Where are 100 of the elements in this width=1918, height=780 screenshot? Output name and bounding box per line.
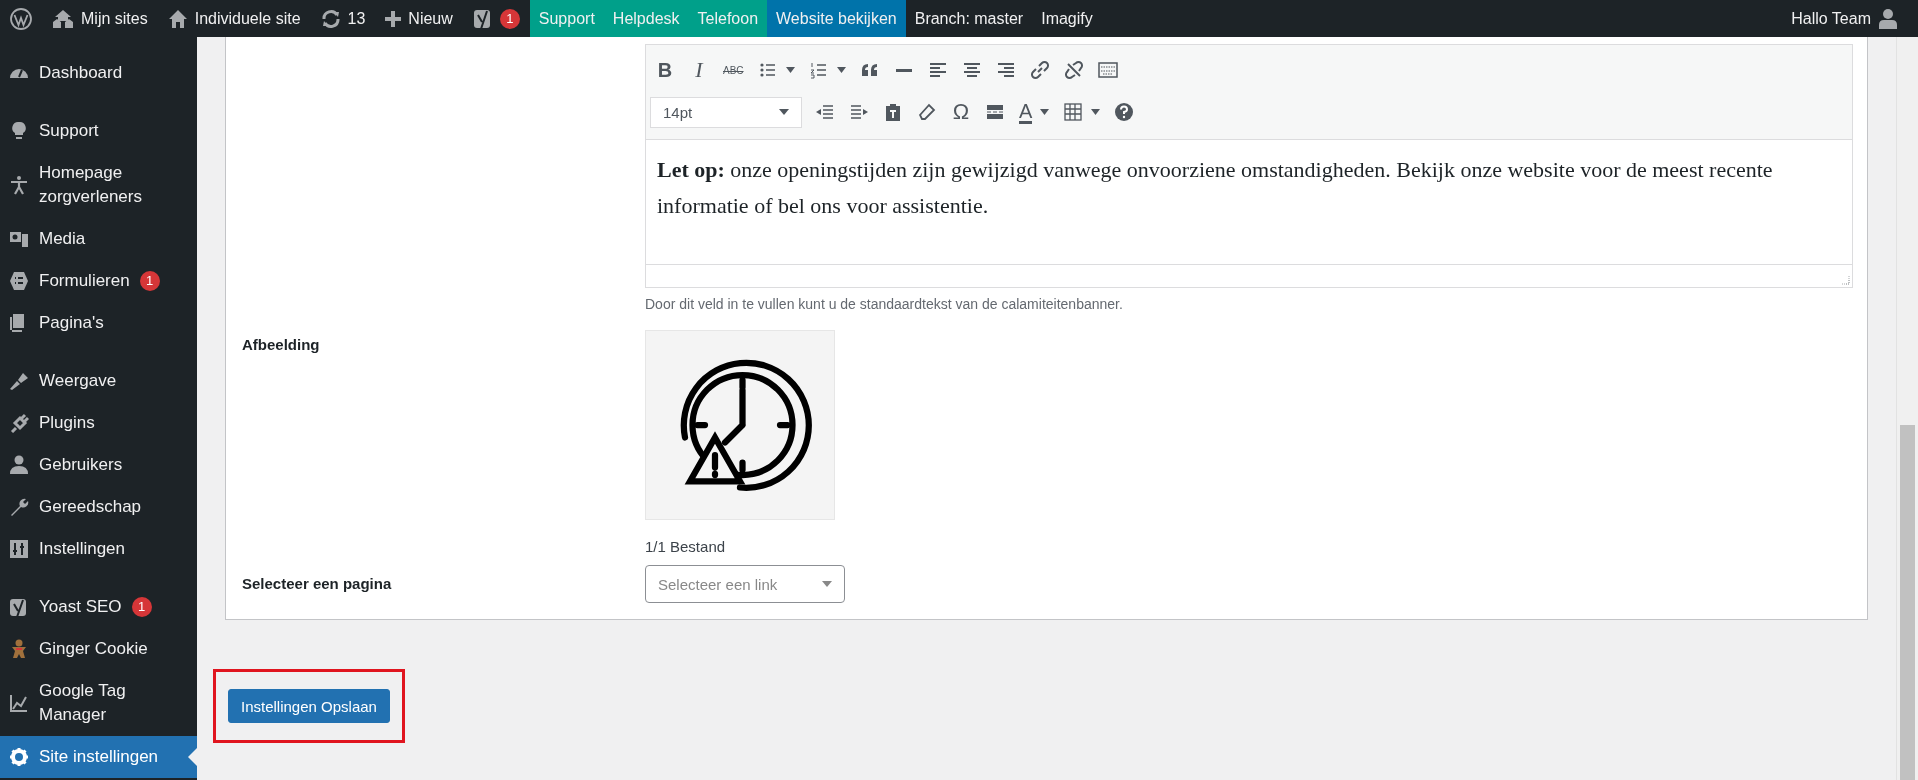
menu-label: Mijn sites <box>81 9 148 28</box>
account-menu[interactable]: Hallo Team <box>1781 0 1918 37</box>
notification-badge: 1 <box>131 597 152 617</box>
field-label: Afbeelding <box>242 335 321 355</box>
user-icon <box>9 455 29 475</box>
file-count: 1/1 Bestand <box>645 538 727 555</box>
refresh-icon <box>320 8 341 29</box>
houses-icon <box>52 8 74 29</box>
sidebar-item[interactable]: Media <box>0 218 197 260</box>
italic-button[interactable]: I <box>684 55 714 85</box>
sidebar-item[interactable]: Gebruikers <box>0 444 197 486</box>
sidebar-item[interactable]: Plugins <box>0 402 197 444</box>
unlink-icon <box>1063 60 1084 80</box>
sidebar-item[interactable]: Formulieren 1 <box>0 260 197 302</box>
menu-label: Yoast SEO <box>39 596 122 618</box>
greeting-label: Hallo Team <box>1791 9 1871 28</box>
editor-text[interactable]: Let op: onze openingstijden zijn gewijzigd vanwege onvoorziene omstandigheden. Bekijk onze website voor de meest recente informatie of bel ons voor assistentie. <box>646 140 1852 264</box>
toolbar-link[interactable]: Imagify <box>1032 0 1102 37</box>
outdent-icon <box>815 102 835 122</box>
bold-button[interactable]: B <box>650 55 680 85</box>
sidebar-item[interactable]: Google Tag Manager <box>0 670 197 736</box>
menu-label: 13 <box>347 9 366 28</box>
form-icon <box>9 271 29 291</box>
person-icon <box>9 175 29 195</box>
menu-label: Homepage zorgverleners <box>39 162 143 208</box>
eraser-icon <box>917 102 937 122</box>
menu-label: Dashboard <box>39 62 123 84</box>
paste-icon <box>883 102 903 122</box>
menu-label: Weergave <box>39 370 117 392</box>
caret-icon <box>822 581 832 587</box>
kitchen-icon <box>1097 60 1118 80</box>
link-icon <box>1029 60 1050 80</box>
menu-label: Gereedschap <box>39 496 142 518</box>
sidebar-item[interactable]: Support <box>0 110 197 152</box>
field-label: Selecteer een pagina <box>242 574 393 594</box>
home-icon <box>167 8 188 29</box>
menu-label: Gebruikers <box>39 454 123 476</box>
help-icon <box>1114 102 1135 122</box>
save-button[interactable]: Instellingen Opslaan <box>228 689 390 723</box>
menu-label: Instellingen <box>39 538 125 560</box>
active-pointer-icon <box>188 748 197 766</box>
caret-icon <box>779 109 789 115</box>
menu-label: Individuele site <box>194 9 301 28</box>
menu-label: Media <box>39 228 86 250</box>
hr-icon <box>895 68 912 72</box>
menu-label: Google Tag Manager <box>39 680 127 726</box>
gear-icon <box>9 747 29 767</box>
sliders-icon <box>9 539 29 559</box>
plug-icon <box>9 413 29 433</box>
chart-icon <box>9 693 29 713</box>
user-avatar-icon <box>1878 7 1898 30</box>
brush-icon <box>9 371 29 391</box>
yoast-menu[interactable]: 1 <box>462 0 530 37</box>
sidebar-item[interactable]: Yoast SEO 1 <box>0 586 197 628</box>
menu-label: Site instellingen <box>39 746 159 768</box>
updates-link[interactable]: 13 <box>310 0 376 37</box>
site-menu[interactable]: Individuele site <box>157 0 311 37</box>
menu-label: Pagina's <box>39 312 104 334</box>
field-description: Door dit veld in te vullen kunt u de standaardtekst van de calamiteitenbanner. <box>645 296 1124 312</box>
menu-label: Support <box>39 120 99 142</box>
toolbar-link[interactable]: Branch: master <box>905 0 1033 37</box>
menu-label: Nieuw <box>408 9 453 28</box>
notification-badge: 1 <box>139 271 160 291</box>
media-icon <box>9 229 29 249</box>
plus-icon <box>385 10 402 27</box>
aligncenter-icon <box>961 60 982 80</box>
scrollbar-thumb[interactable] <box>1900 425 1915 780</box>
wrench-icon <box>9 497 29 517</box>
menu-label: Plugins <box>39 412 95 434</box>
sidebar-item[interactable]: Gereedschap <box>0 486 197 528</box>
link-select[interactable]: Selecteer een link <box>645 565 845 603</box>
menu-label: Ginger Cookie <box>39 638 148 660</box>
yoast-icon <box>9 597 29 617</box>
alignright-icon <box>995 60 1016 80</box>
strike-button[interactable]: ABC <box>718 55 749 85</box>
sidebar-item[interactable]: Weergave <box>0 360 197 402</box>
text-color-button[interactable]: A <box>1014 97 1055 127</box>
new-menu[interactable]: Nieuw <box>375 0 463 37</box>
toolbar-link[interactable]: Website bekijken <box>767 0 906 37</box>
special-character-button[interactable]: Ω <box>946 97 976 127</box>
numlist-icon <box>808 60 829 80</box>
yoast-logo-icon <box>472 7 493 30</box>
more-icon <box>985 102 1005 122</box>
sidebar-item[interactable]: Pagina's <box>0 302 197 344</box>
image-thumbnail[interactable] <box>645 330 835 520</box>
alignleft-icon <box>927 60 948 80</box>
bulb-icon <box>9 121 29 141</box>
sidebar-item[interactable]: Ginger Cookie <box>0 628 197 670</box>
table-icon <box>1063 102 1084 122</box>
notification-badge: 1 <box>499 8 520 29</box>
menu-label: Formulieren <box>39 270 130 292</box>
cookie-icon <box>9 639 29 659</box>
sidebar-item[interactable]: Site instellingen <box>0 736 197 778</box>
font-size-select[interactable]: 14pt <box>650 96 802 128</box>
sidebar-item[interactable]: Homepage zorgverleners <box>0 152 197 218</box>
sidebar-item[interactable]: Instellingen <box>0 528 197 570</box>
sidebar-item[interactable]: Dashboard <box>0 52 197 94</box>
my-sites-menu[interactable]: Mijn sites <box>42 0 158 37</box>
resize-handle-icon[interactable] <box>1840 275 1850 285</box>
indent-icon <box>849 102 869 122</box>
